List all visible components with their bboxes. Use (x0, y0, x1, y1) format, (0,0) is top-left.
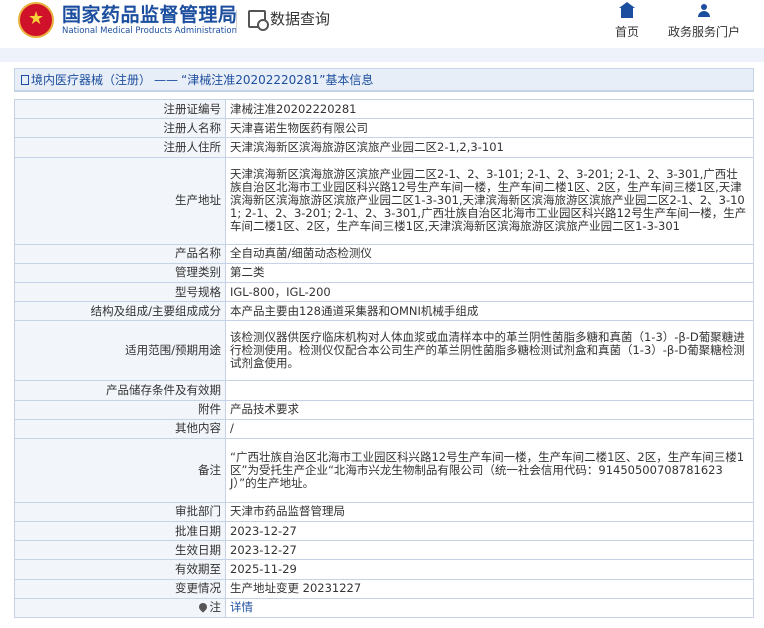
user-icon (697, 4, 711, 18)
field-value: 天津滨海新区滨海旅游区滨旅产业园二区2-1、2、3-101; 2-1、2、3-2… (225, 156, 754, 245)
field-label: 其他内容 (14, 418, 226, 439)
field-label: 附件 (14, 399, 226, 420)
data-query-icon (248, 9, 269, 31)
table-row: 审批部门 天津市药品监督管理局 (14, 501, 754, 523)
breadcrumb-record: “津械注准20202220281”基本信息 (181, 73, 374, 87)
field-label: 适用范围/预期用途 (14, 320, 226, 382)
site-title: 国家药品监督管理局 National Medical Products Admi… (62, 4, 238, 37)
national-emblem-icon (18, 2, 54, 38)
field-label: 生产地址 (14, 156, 226, 245)
field-value: 产品技术要求 (225, 399, 754, 420)
nav-portal-label: 政务服务门户 (667, 25, 740, 39)
table-row: 产品名称 全自动真菌/细菌动态检测仪 (14, 243, 754, 264)
site-logo[interactable]: 国家药品监督管理局 National Medical Products Admi… (18, 2, 238, 38)
breadcrumb-separator: —— (154, 72, 179, 87)
field-value (225, 380, 754, 401)
note-value: 详情 (225, 597, 754, 619)
site-title-cn: 国家药品监督管理局 (62, 3, 238, 26)
field-value: 第二类 (225, 262, 754, 283)
data-query-link[interactable]: 数据查询 (248, 8, 331, 31)
field-label: 批准日期 (14, 521, 226, 542)
field-label: 审批部门 (14, 501, 226, 523)
field-label: 注册人名称 (14, 118, 226, 139)
field-label: 管理类别 (14, 262, 226, 283)
field-value: 生产地址变更 20231227 (225, 578, 754, 599)
table-row: 生效日期 2023-12-27 (14, 540, 754, 561)
note-label: 注 (14, 597, 226, 619)
table-row: 产品储存条件及有效期 (14, 380, 754, 401)
field-label: 结构及组成/主要组成成分 (14, 301, 226, 322)
pin-icon (196, 601, 209, 614)
field-label: 备注 (14, 437, 226, 503)
field-value: / (225, 418, 754, 439)
field-value: IGL-800，IGL-200 (225, 281, 754, 303)
table-row: 备注 “广西壮族自治区北海市工业园区科兴路12号生产车间一楼，生产车间二楼1区、… (14, 437, 754, 503)
note-label-text: 注 (209, 600, 222, 615)
nav-portal[interactable]: 政务服务门户 (664, 4, 744, 40)
field-value: 天津滨海新区滨海旅游区滨旅产业园二区2-1,2,3-101 (225, 137, 754, 158)
field-value: 天津喜诺生物医药有限公司 (225, 118, 754, 139)
field-label: 注册人住所 (14, 137, 226, 158)
field-label: 生效日期 (14, 540, 226, 561)
table-row: 注册人名称 天津喜诺生物医药有限公司 (14, 118, 754, 139)
field-label: 型号规格 (14, 281, 226, 303)
table-row: 注册证编号 津械注准20202220281 (14, 98, 754, 120)
top-bar: 国家药品监督管理局 National Medical Products Admi… (0, 0, 764, 48)
home-icon (619, 2, 635, 18)
nav-home-label: 首页 (614, 25, 639, 39)
field-label: 产品名称 (14, 243, 226, 264)
data-query-label: 数据查询 (270, 10, 331, 28)
field-value: 全自动真菌/细菌动态检测仪 (225, 243, 754, 264)
table-row: 批准日期 2023-12-27 (14, 521, 754, 542)
table-row: 管理类别 第二类 (14, 262, 754, 283)
field-value: 该检测仪器供医疗临床机构对人体血浆或血清样本中的革兰阴性菌脂多糖和真菌（1-3）… (225, 320, 754, 382)
field-value: 2025-11-29 (225, 559, 754, 580)
table-row: 结构及组成/主要组成成分 本产品主要由128通道采集器和OMNI机械手组成 (14, 301, 754, 322)
field-label: 注册证编号 (14, 98, 226, 120)
breadcrumb-section[interactable]: 境内医疗器械（注册） (31, 71, 151, 88)
table-row: 适用范围/预期用途 该检测仪器供医疗临床机构对人体血浆或血清样本中的革兰阴性菌脂… (14, 320, 754, 382)
site-title-en: National Medical Products Administration (62, 25, 237, 36)
field-label: 有效期至 (14, 559, 226, 580)
table-row: 生产地址 天津滨海新区滨海旅游区滨旅产业园二区2-1、2、3-101; 2-1、… (14, 156, 754, 245)
nav-home[interactable]: 首页 (612, 2, 642, 40)
table-row: 附件 产品技术要求 (14, 399, 754, 420)
field-value: 2023-12-27 (225, 521, 754, 542)
field-value: 本产品主要由128通道采集器和OMNI机械手组成 (225, 301, 754, 322)
field-value: 2023-12-27 (225, 540, 754, 561)
field-value: “广西壮族自治区北海市工业园区科兴路12号生产车间一楼，生产车间二楼1区、2区，… (225, 437, 754, 503)
breadcrumb: 境内医疗器械（注册） —— “津械注准20202220281”基本信息 (15, 69, 753, 91)
header-band (0, 48, 764, 62)
field-value: 天津市药品监督管理局 (225, 501, 754, 523)
detail-panel: 境内医疗器械（注册） —— “津械注准20202220281”基本信息 (14, 68, 754, 92)
details-link[interactable]: 详情 (230, 600, 253, 614)
document-icon (21, 74, 29, 85)
table-row: 其他内容 / (14, 418, 754, 439)
table-row: 变更情况 生产地址变更 20231227 (14, 578, 754, 599)
field-value: 津械注准20202220281 (225, 98, 754, 120)
table-row: 注册人住所 天津滨海新区滨海旅游区滨旅产业园二区2-1,2,3-101 (14, 137, 754, 158)
table-row: 注 详情 (14, 597, 754, 619)
header-divider (236, 10, 237, 32)
table-row: 型号规格 IGL-800，IGL-200 (14, 281, 754, 303)
field-label: 产品储存条件及有效期 (14, 380, 226, 401)
table-row: 有效期至 2025-11-29 (14, 559, 754, 580)
record-table: 注册证编号 津械注准20202220281 注册人名称 天津喜诺生物医药有限公司… (14, 98, 754, 619)
field-label: 变更情况 (14, 578, 226, 599)
